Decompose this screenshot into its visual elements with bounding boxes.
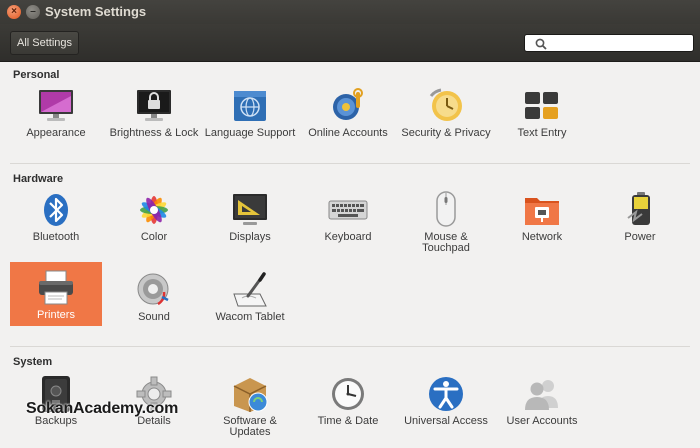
settings-item-time-date[interactable]: Time & Date (302, 374, 394, 436)
printer-icon (39, 270, 73, 305)
settings-item-online-accounts[interactable]: Online Accounts (302, 86, 394, 148)
network-icon (525, 198, 559, 225)
all-settings-button[interactable]: All Settings (10, 31, 80, 55)
settings-item-network[interactable]: Network (496, 190, 588, 252)
settings-item-label: Appearance (26, 127, 86, 139)
search-input[interactable] (551, 35, 689, 51)
settings-item-text-entry[interactable]: Text Entry (496, 86, 588, 148)
online-accounts-icon (333, 88, 363, 120)
section-divider (10, 163, 690, 164)
clock-icon (332, 378, 364, 410)
settings-item-label: Universal Access (404, 415, 488, 427)
section-title-system: System (13, 356, 53, 368)
mouse-icon (436, 191, 456, 227)
minimize-button[interactable]: – (26, 5, 40, 19)
settings-item-label: User Accounts (506, 415, 578, 427)
window-titlebar: × – System Settings (0, 0, 700, 24)
window-title: System Settings (45, 4, 147, 19)
security-privacy-icon (429, 88, 462, 121)
settings-item-label: Bluetooth (32, 231, 80, 243)
settings-item-displays[interactable]: Displays (204, 190, 296, 252)
settings-item-label: Brightness & Lock (109, 127, 199, 139)
settings-item-label: Time & Date (317, 415, 379, 427)
bluetooth-icon (44, 194, 68, 226)
settings-item-label: Mouse & Touchpad (422, 231, 470, 254)
language-support-icon (234, 91, 266, 121)
settings-item-power[interactable]: Power (594, 190, 686, 252)
settings-item-language-support[interactable]: Language Support (204, 86, 296, 148)
brightness-lock-icon (137, 90, 171, 121)
settings-item-printers[interactable]: Printers (10, 262, 102, 326)
section-title-hardware: Hardware (13, 173, 64, 185)
wacom-tablet-icon (233, 272, 267, 307)
settings-item-sound[interactable]: Sound (108, 270, 200, 332)
settings-item-label: Sound (138, 311, 170, 323)
settings-item-universal-access[interactable]: Universal Access (400, 374, 492, 436)
watermark-text: SokanAcademy.com (26, 400, 179, 417)
settings-item-color[interactable]: Color (108, 190, 200, 252)
section-title-personal: Personal (13, 69, 60, 81)
color-icon (140, 196, 168, 224)
sound-icon (137, 273, 169, 306)
user-accounts-icon (525, 380, 558, 410)
settings-item-user-accounts[interactable]: User Accounts (496, 374, 588, 436)
text-entry-icon (525, 92, 558, 119)
search-box[interactable] (524, 34, 694, 52)
settings-item-keyboard[interactable]: Keyboard (302, 190, 394, 252)
appearance-icon (39, 90, 73, 121)
universal-access-icon (429, 377, 463, 411)
settings-item-appearance[interactable]: Appearance (10, 86, 102, 148)
settings-item-label: Keyboard (324, 231, 372, 243)
software-updates-icon (233, 378, 268, 412)
settings-item-label: Network (521, 231, 563, 243)
settings-item-label: Color (140, 231, 168, 243)
settings-item-label: Power (624, 231, 656, 243)
settings-item-label: Software & Updates (223, 415, 277, 438)
settings-item-brightness-lock[interactable]: Brightness & Lock (108, 86, 200, 148)
keyboard-icon (328, 200, 368, 220)
settings-item-software-updates[interactable]: Software & Updates (204, 374, 296, 438)
close-button[interactable]: × (7, 5, 21, 19)
settings-item-label: Online Accounts (308, 127, 388, 139)
settings-item-wacom-tablet[interactable]: Wacom Tablet (204, 270, 296, 332)
settings-item-label: Displays (229, 231, 271, 243)
settings-item-security-privacy[interactable]: Security & Privacy (400, 86, 492, 148)
toolbar: All Settings (0, 24, 700, 62)
settings-item-label: Printers (37, 309, 75, 321)
settings-item-bluetooth[interactable]: Bluetooth (10, 190, 102, 252)
displays-icon (233, 194, 267, 225)
settings-item-label: Wacom Tablet (215, 311, 285, 323)
power-icon (627, 192, 650, 225)
settings-item-label: Language Support (204, 127, 296, 139)
settings-item-label: Text Entry (517, 127, 567, 139)
section-divider (10, 346, 690, 347)
settings-item-label: Security & Privacy (401, 127, 491, 139)
settings-item-mouse-touchpad[interactable]: Mouse & Touchpad (400, 190, 492, 254)
search-icon (535, 38, 547, 50)
